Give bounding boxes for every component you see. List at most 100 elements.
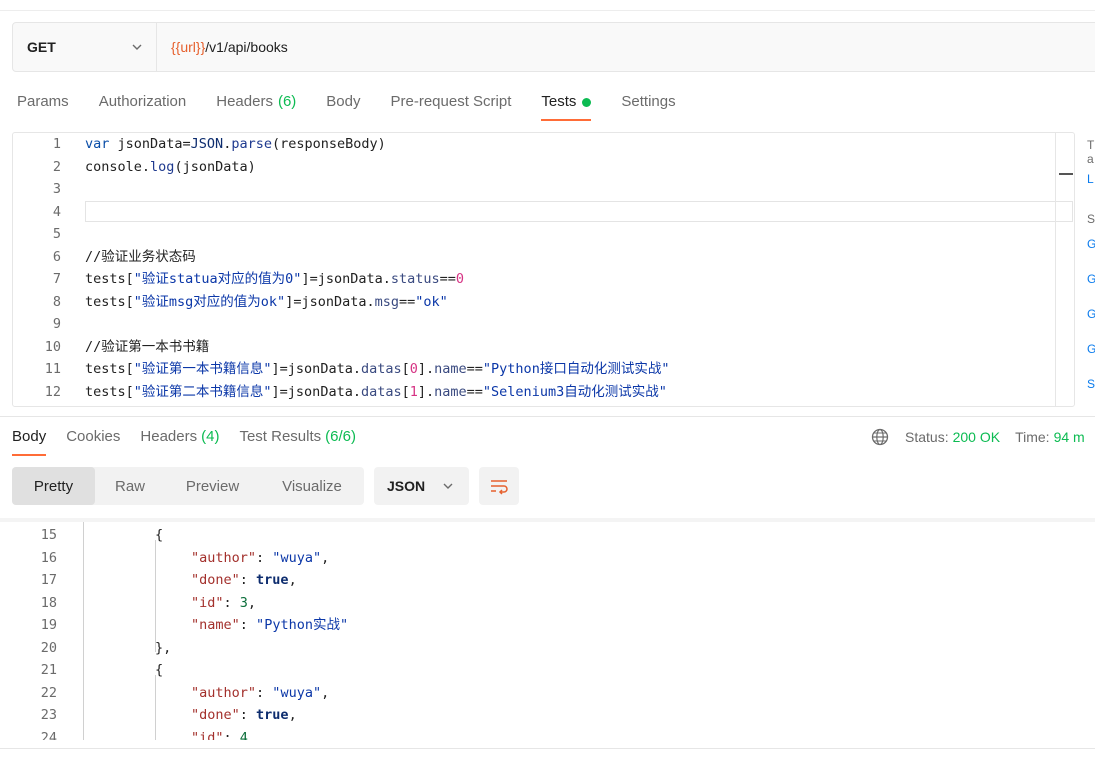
preview-button[interactable]: Preview: [165, 467, 260, 505]
line-number: 7: [52, 271, 61, 287]
snippets-text: a: [1087, 152, 1094, 166]
tab-pre-request-script[interactable]: Pre-request Script: [391, 88, 512, 121]
format-select[interactable]: JSON: [374, 467, 469, 505]
tab-authorization[interactable]: Authorization: [99, 88, 187, 121]
code-line: 3: [13, 178, 1074, 201]
code-line: 1 var jsonData=JSON.parse(responseBody): [13, 133, 1074, 156]
code-text: //验证业务状态码: [85, 248, 196, 265]
json-text: "name": "Python实战": [191, 617, 349, 633]
tab-label: Body: [12, 428, 47, 445]
pretty-button[interactable]: Pretty: [12, 467, 95, 505]
line-number: 6: [52, 248, 61, 265]
tab-headers[interactable]: Headers (6): [216, 88, 296, 121]
bottom-border: [0, 748, 1095, 749]
time-value[interactable]: 94 m: [1054, 429, 1085, 445]
method-select[interactable]: GET: [13, 23, 157, 71]
status-dot-icon: [582, 98, 592, 107]
json-line: 17 "done": true,: [0, 569, 1095, 592]
time-label: Time:: [1015, 429, 1050, 445]
json-line: 20},: [0, 637, 1095, 660]
line-number: 5: [52, 226, 61, 242]
json-text: {: [155, 662, 164, 678]
code-line: 11 tests["验证第一本书籍信息"]=jsonData.datas[0].n…: [13, 358, 1074, 381]
code-text: tests["验证statua对应的值为0"]=jsonData.status=…: [85, 271, 465, 287]
line-number: 12: [44, 383, 61, 400]
code-text: tests["验证msg对应的值为ok"]=jsonData.msg=="ok": [85, 293, 448, 310]
code-text: tests["验证第二本书籍信息"]=jsonData.datas[1].nam…: [85, 383, 667, 400]
tab-settings[interactable]: Settings: [621, 88, 675, 121]
line-number: 4: [52, 203, 61, 220]
snippet-item[interactable]: G: [1087, 272, 1095, 286]
code-line: 10 //验证第一本书书籍: [13, 336, 1074, 359]
editor-scrollbar-track: [1055, 133, 1056, 406]
url-path: /v1/api/books: [205, 39, 288, 55]
line-number: 23: [40, 707, 57, 723]
tab-label: Settings: [621, 93, 676, 110]
snippet-item[interactable]: G: [1087, 342, 1095, 356]
line-number: 19: [40, 617, 57, 633]
status-value[interactable]: 200 OK: [953, 429, 1000, 445]
json-line: 21 {: [0, 659, 1095, 682]
snippet-item[interactable]: S: [1087, 377, 1095, 391]
json-text: "author": "wuya",: [191, 549, 330, 566]
tab-params[interactable]: Params: [17, 88, 69, 121]
line-number: 17: [40, 572, 57, 588]
tab-label: Tests: [541, 93, 577, 110]
raw-button[interactable]: Raw: [95, 467, 165, 505]
json-text: "id": 3,: [191, 594, 257, 611]
response-status: Status: 200 OK Time: 94 m: [871, 428, 1085, 446]
json-text: "author": "wuya",: [191, 684, 330, 701]
editor-scrollbar-thumb[interactable]: [1059, 173, 1073, 175]
tab-tests[interactable]: Tests: [541, 88, 592, 121]
snippets-link[interactable]: L: [1087, 172, 1094, 186]
json-line: 23 "done": true,: [0, 704, 1095, 727]
json-line: 22 "author": "wuya",: [0, 682, 1095, 705]
json-line: 16 "author": "wuya",: [0, 547, 1095, 570]
json-text: "id": 4: [191, 727, 248, 741]
pane-divider[interactable]: [0, 416, 1095, 417]
globe-icon[interactable]: [871, 428, 889, 446]
tab-response-headers[interactable]: Headers (4): [140, 423, 219, 456]
request-tabs: Params Authorization Headers (6) Body Pre…: [17, 88, 706, 124]
json-value: 4: [239, 729, 248, 741]
json-text: "done": true,: [191, 572, 297, 588]
snippets-text: T: [1087, 138, 1095, 152]
json-value: true: [256, 572, 289, 588]
tab-label: Body: [326, 93, 361, 110]
test-script-editor[interactable]: 1 var jsonData=JSON.parse(responseBody) 2…: [12, 132, 1075, 407]
url-variable: {{url}}: [171, 39, 206, 55]
chevron-down-icon: [132, 44, 142, 50]
tab-cookies[interactable]: Cookies: [66, 423, 120, 456]
line-number: 1: [52, 136, 61, 152]
code-line: 9: [13, 313, 1074, 336]
status-label: Status:: [905, 429, 949, 445]
tab-response-body[interactable]: Body: [12, 423, 47, 456]
tab-label: Headers: [216, 93, 273, 110]
wrap-lines-button[interactable]: [479, 467, 519, 505]
url-input[interactable]: {{url}}/v1/api/books: [157, 23, 288, 71]
json-value: Python实战: [264, 617, 340, 633]
code-text: console.log(jsonData): [85, 158, 256, 175]
line-number: 11: [44, 361, 61, 377]
json-text: {: [155, 527, 164, 543]
tab-label: Headers: [140, 428, 198, 445]
json-value: wuya: [280, 549, 313, 566]
response-body-viewer[interactable]: 15{ 16 "author": "wuya", 17 "done": true, …: [0, 522, 1095, 740]
line-number: 10: [44, 338, 61, 355]
tab-body[interactable]: Body: [326, 88, 360, 121]
code-line: 12 tests["验证第二本书籍信息"]=jsonData.datas[1].n…: [13, 381, 1074, 404]
code-line: 6 //验证业务状态码: [13, 246, 1074, 269]
format-label: JSON: [387, 478, 426, 494]
line-number: 20: [40, 639, 57, 656]
tab-label: Authorization: [98, 93, 187, 110]
tab-count: (6/6): [325, 428, 356, 445]
snippet-item[interactable]: G: [1087, 237, 1095, 251]
method-label: GET: [27, 39, 56, 55]
tab-test-results[interactable]: Test Results (6/6): [239, 423, 356, 456]
line-number: 2: [52, 158, 61, 175]
line-number: 15: [40, 527, 57, 543]
snippet-item[interactable]: G: [1087, 307, 1095, 321]
json-line: 19 "name": "Python实战": [0, 614, 1095, 637]
top-border: [0, 10, 1095, 11]
visualize-button[interactable]: Visualize: [260, 467, 364, 505]
